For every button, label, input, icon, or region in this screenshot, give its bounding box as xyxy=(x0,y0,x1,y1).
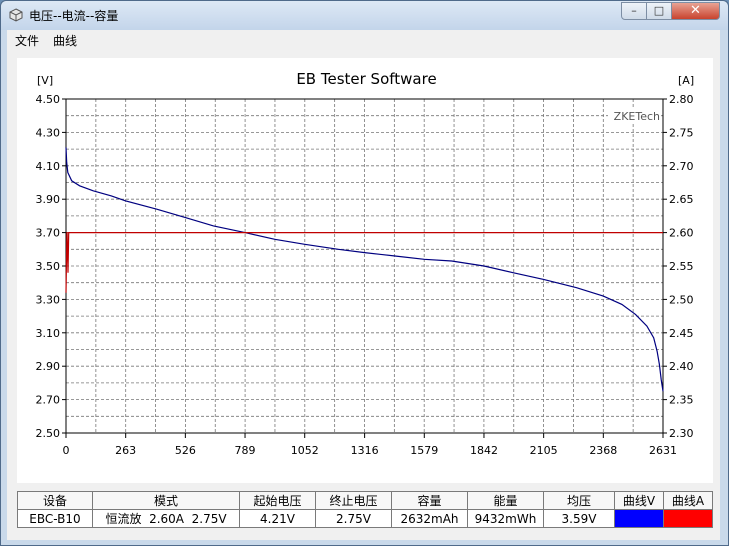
app-cube-icon xyxy=(9,8,23,22)
y-left-tick-label: 3.30 xyxy=(36,293,61,306)
y-right-tick-label: 2.45 xyxy=(669,327,694,340)
y-left-tick-label: 4.30 xyxy=(36,126,61,139)
x-tick-label: 526 xyxy=(175,444,196,457)
y-left-tick-label: 3.10 xyxy=(36,327,61,340)
cell-mode: 恒流放 2.60A 2.75V xyxy=(92,509,240,528)
y-left-tick-label: 3.70 xyxy=(36,227,61,240)
test-info-table: 设备 模式 起始电压 终止电压 容量 能量 均压 曲线V 曲线A EBC-B10… xyxy=(17,491,713,528)
header-device: 设备 xyxy=(17,491,93,510)
y-right-tick-label: 2.40 xyxy=(669,360,694,373)
menu-curve[interactable]: 曲线 xyxy=(53,32,77,49)
y-right-tick-label: 2.55 xyxy=(669,260,694,273)
watermark-label: ZKETech xyxy=(614,110,660,123)
discharge-chart: 2.50 2.70 2.90 3.10 3.30 3.50 3.70 3.90 4.10 4.30… xyxy=(36,70,695,457)
x-tick-label: 2105 xyxy=(530,444,558,457)
x-tick-label: 263 xyxy=(115,444,136,457)
y-right-unit-label: [A] xyxy=(678,74,694,87)
minimize-button[interactable]: – xyxy=(621,2,647,20)
cell-start-voltage: 4.21V xyxy=(239,509,316,528)
y-left-tick-label: 2.70 xyxy=(36,394,61,407)
cell-capacity: 2632mAh xyxy=(391,509,468,528)
current-curve-swatch[interactable] xyxy=(663,509,713,528)
x-tick-label: 789 xyxy=(235,444,256,457)
voltage-curve-swatch[interactable] xyxy=(614,509,664,528)
x-tick-label: 1842 xyxy=(470,444,498,457)
header-start-voltage: 起始电压 xyxy=(239,491,316,510)
cell-energy: 9432mWh xyxy=(467,509,544,528)
y-left-tick-label: 4.50 xyxy=(36,93,61,106)
header-mode: 模式 xyxy=(92,491,240,510)
header-capacity: 容量 xyxy=(391,491,468,510)
header-avg-voltage: 均压 xyxy=(543,491,615,510)
y-right-tick-label: 2.75 xyxy=(669,126,694,139)
y-right-tick-label: 2.30 xyxy=(669,427,694,440)
x-tick-label: 1579 xyxy=(410,444,438,457)
y-left-tick-label: 4.10 xyxy=(36,160,61,173)
maximize-button[interactable]: □ xyxy=(646,2,672,20)
y-left-tick-label: 3.50 xyxy=(36,260,61,273)
table-header-row: 设备 模式 起始电压 终止电压 容量 能量 均压 曲线V 曲线A xyxy=(17,491,713,510)
close-button[interactable]: ✕ xyxy=(671,2,720,20)
menu-file[interactable]: 文件 xyxy=(15,32,39,49)
y-right-tick-label: 2.35 xyxy=(669,394,694,407)
y-right-tick-label: 2.60 xyxy=(669,227,694,240)
cell-device: EBC-B10 xyxy=(17,509,93,528)
y-right-tick-label: 2.80 xyxy=(669,93,694,106)
y-right-tick-label: 2.65 xyxy=(669,193,694,206)
header-end-voltage: 终止电压 xyxy=(315,491,392,510)
window-title: 电压--电流--容量 xyxy=(29,9,119,23)
chart-title: EB Tester Software xyxy=(296,70,436,88)
menu-bar: 文件 曲线 xyxy=(7,30,720,50)
x-tick-label: 0 xyxy=(63,444,70,457)
x-tick-label: 1052 xyxy=(291,444,319,457)
y-left-tick-label: 2.50 xyxy=(36,427,61,440)
cell-avg-voltage: 3.59V xyxy=(543,509,615,528)
y-right-tick-label: 2.50 xyxy=(669,293,694,306)
y-left-tick-label: 2.90 xyxy=(36,360,61,373)
header-energy: 能量 xyxy=(467,491,544,510)
y-right-tick-label: 2.70 xyxy=(669,160,694,173)
table-row: EBC-B10 恒流放 2.60A 2.75V 4.21V 2.75V 2632… xyxy=(17,509,713,528)
x-tick-label: 2368 xyxy=(589,444,617,457)
cell-end-voltage: 2.75V xyxy=(315,509,392,528)
title-bar[interactable]: 电压--电流--容量 – □ ✕ xyxy=(1,1,728,30)
x-tick-label: 1316 xyxy=(351,444,379,457)
x-tick-label: 2631 xyxy=(649,444,677,457)
y-left-tick-label: 3.90 xyxy=(36,193,61,206)
header-curve-v: 曲线V xyxy=(614,491,664,510)
y-left-unit-label: [V] xyxy=(37,74,53,87)
header-curve-a: 曲线A xyxy=(663,491,713,510)
